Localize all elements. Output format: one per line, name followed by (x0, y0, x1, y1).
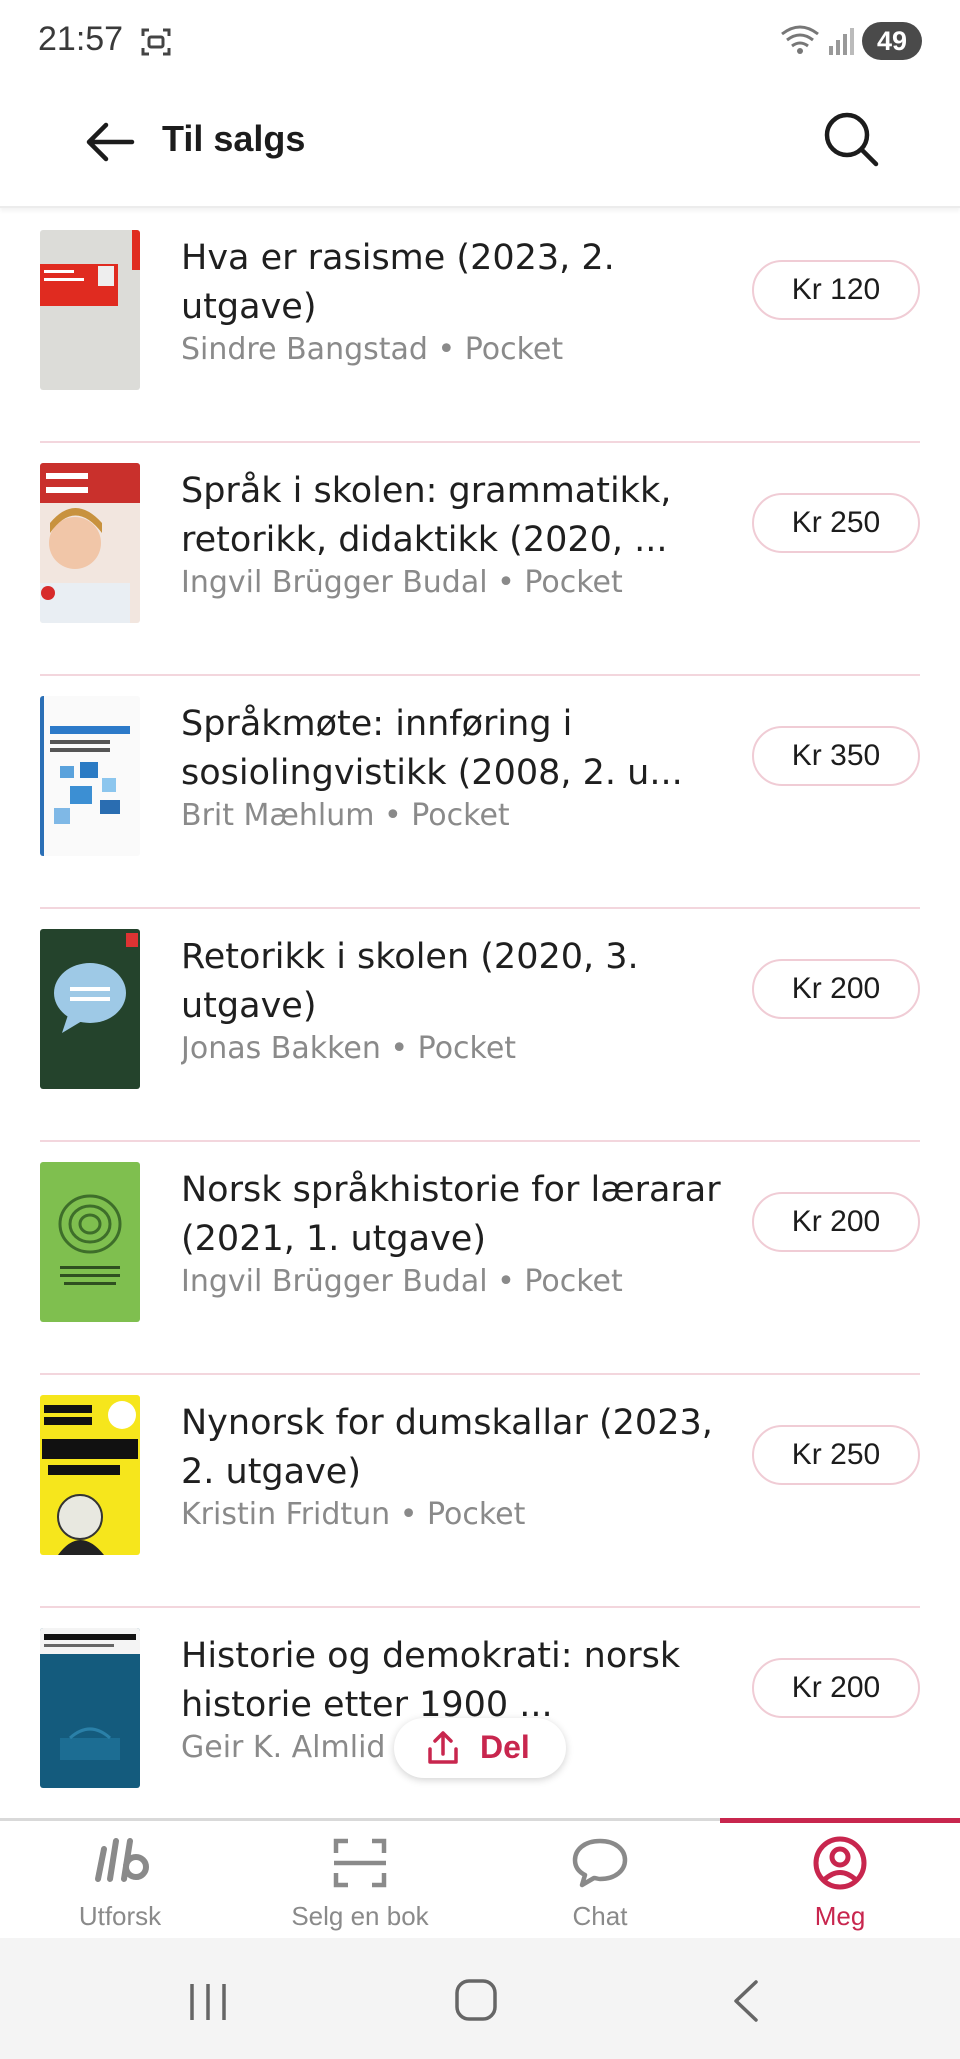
screenshot-icon (141, 28, 171, 56)
chat-bubble-icon (572, 1838, 628, 1888)
book-list-item[interactable]: Språk i skolen: grammatikk, retorikk, di… (40, 443, 920, 676)
nav-label: Selg en bok (291, 1901, 429, 1931)
book-list-item[interactable]: Språkmøte: innføring i sosiolingvistikk … (40, 676, 920, 909)
scan-icon (333, 1838, 387, 1888)
book-meta: Ingvil Brügger Budal • Pocket (181, 1264, 623, 1299)
book-author: Jonas Bakken (181, 1031, 381, 1066)
price-badge[interactable]: Kr 200 (752, 1658, 920, 1718)
wifi-6e-icon (781, 25, 819, 54)
book-cover-image (40, 1395, 140, 1555)
bottom-navigation: Utforsk Selg en bok Chat Meg (0, 1818, 960, 1938)
search-icon (824, 112, 879, 167)
book-format: Pocket (411, 798, 510, 833)
book-title: Hva er rasisme (2023, 2. utgave) (181, 238, 615, 327)
nav-label: Utforsk (78, 1901, 162, 1931)
nav-label: Meg (814, 1901, 866, 1931)
status-time: 21:57 (38, 20, 124, 58)
book-cover-image (40, 463, 140, 623)
book-list[interactable]: Hva er rasisme (2023, 2. utgave) Sindre … (0, 210, 960, 1816)
book-meta: Ingvil Brügger Budal • Pocket (181, 565, 623, 600)
lb-logo-icon (95, 1838, 149, 1882)
user-circle-icon (813, 1836, 867, 1890)
book-cover-image (40, 230, 140, 390)
app-header: Til salgs (0, 84, 960, 208)
book-title: Norsk språkhistorie for lærarar (2021, 1… (181, 1170, 721, 1259)
book-title: Nynorsk for dumskallar (2023, 2. utgave) (181, 1403, 713, 1492)
book-cover-image (40, 1628, 140, 1788)
book-meta: Sindre Bangstad • Pocket (181, 332, 564, 367)
book-list-item[interactable]: Nynorsk for dumskallar (2023, 2. utgave)… (40, 1375, 920, 1608)
price-badge[interactable]: Kr 350 (752, 726, 920, 786)
recent-apps-icon[interactable] (186, 1982, 230, 2022)
book-author: Brit Mæhlum (181, 798, 375, 833)
price-badge[interactable]: Kr 250 (752, 493, 920, 553)
nav-tab-chat[interactable]: Chat (480, 1821, 720, 1941)
nav-tab-utforsk[interactable]: Utforsk (0, 1821, 240, 1941)
status-bar: 21:57 49 (0, 0, 960, 84)
book-author: Sindre Bangstad (181, 332, 428, 367)
book-format: Pocket (464, 332, 564, 367)
back-button[interactable] (80, 112, 140, 172)
book-author: Ingvil Brügger Budal (181, 565, 488, 600)
share-label: Del (480, 1729, 530, 1765)
nav-tab-selg-en-bok[interactable]: Selg en bok (240, 1821, 480, 1941)
book-title: Retorikk i skolen (2020, 3. utgave) (181, 937, 639, 1026)
share-icon (428, 1731, 458, 1764)
book-list-item[interactable]: Norsk språkhistorie for lærarar (2021, 1… (40, 1142, 920, 1375)
system-navigation-bar (0, 1938, 960, 2059)
book-cover-image (40, 929, 140, 1089)
battery-icon: 49 (862, 22, 922, 60)
book-format: Pocket (417, 1031, 517, 1066)
nav-tab-meg[interactable]: Meg (720, 1821, 960, 1941)
book-meta: Jonas Bakken • Pocket (181, 1031, 517, 1066)
book-list-item[interactable]: Retorikk i skolen (2020, 3. utgave) Jona… (40, 909, 920, 1142)
book-meta: Brit Mæhlum • Pocket (181, 798, 510, 833)
nav-label: Chat (572, 1901, 628, 1931)
page-title: Til salgs (162, 118, 306, 159)
book-author: Geir K. Almlid (181, 1730, 386, 1765)
price-badge[interactable]: Kr 200 (752, 959, 920, 1019)
share-button[interactable]: Del (394, 1718, 566, 1778)
system-back-icon[interactable] (728, 1978, 764, 2024)
book-cover-image (40, 1162, 140, 1322)
book-meta: Kristin Fridtun • Pocket (181, 1497, 526, 1532)
book-title: Historie og demokrati: norsk historie et… (181, 1636, 681, 1725)
price-badge[interactable]: Kr 250 (752, 1425, 920, 1485)
book-author: Ingvil Brügger Budal (181, 1264, 488, 1299)
price-badge[interactable]: Kr 200 (752, 1192, 920, 1252)
book-format: Pocket (524, 565, 623, 600)
search-button[interactable] (820, 108, 882, 170)
book-title: Språk i skolen: grammatikk, retorikk, di… (181, 471, 672, 560)
signal-icon (829, 28, 854, 55)
book-list-item[interactable]: Hva er rasisme (2023, 2. utgave) Sindre … (40, 210, 920, 443)
book-list-item[interactable]: Historie og demokrati: norsk historie et… (40, 1608, 920, 1816)
book-author: Kristin Fridtun (181, 1497, 391, 1532)
home-icon[interactable] (454, 1978, 498, 2022)
arrow-left-icon (86, 122, 135, 162)
book-title: Språkmøte: innføring i sosiolingvistikk … (181, 704, 683, 793)
price-badge[interactable]: Kr 120 (752, 260, 920, 320)
book-format: Pocket (524, 1264, 623, 1299)
book-cover-image (40, 696, 140, 856)
book-format: Pocket (426, 1497, 526, 1532)
